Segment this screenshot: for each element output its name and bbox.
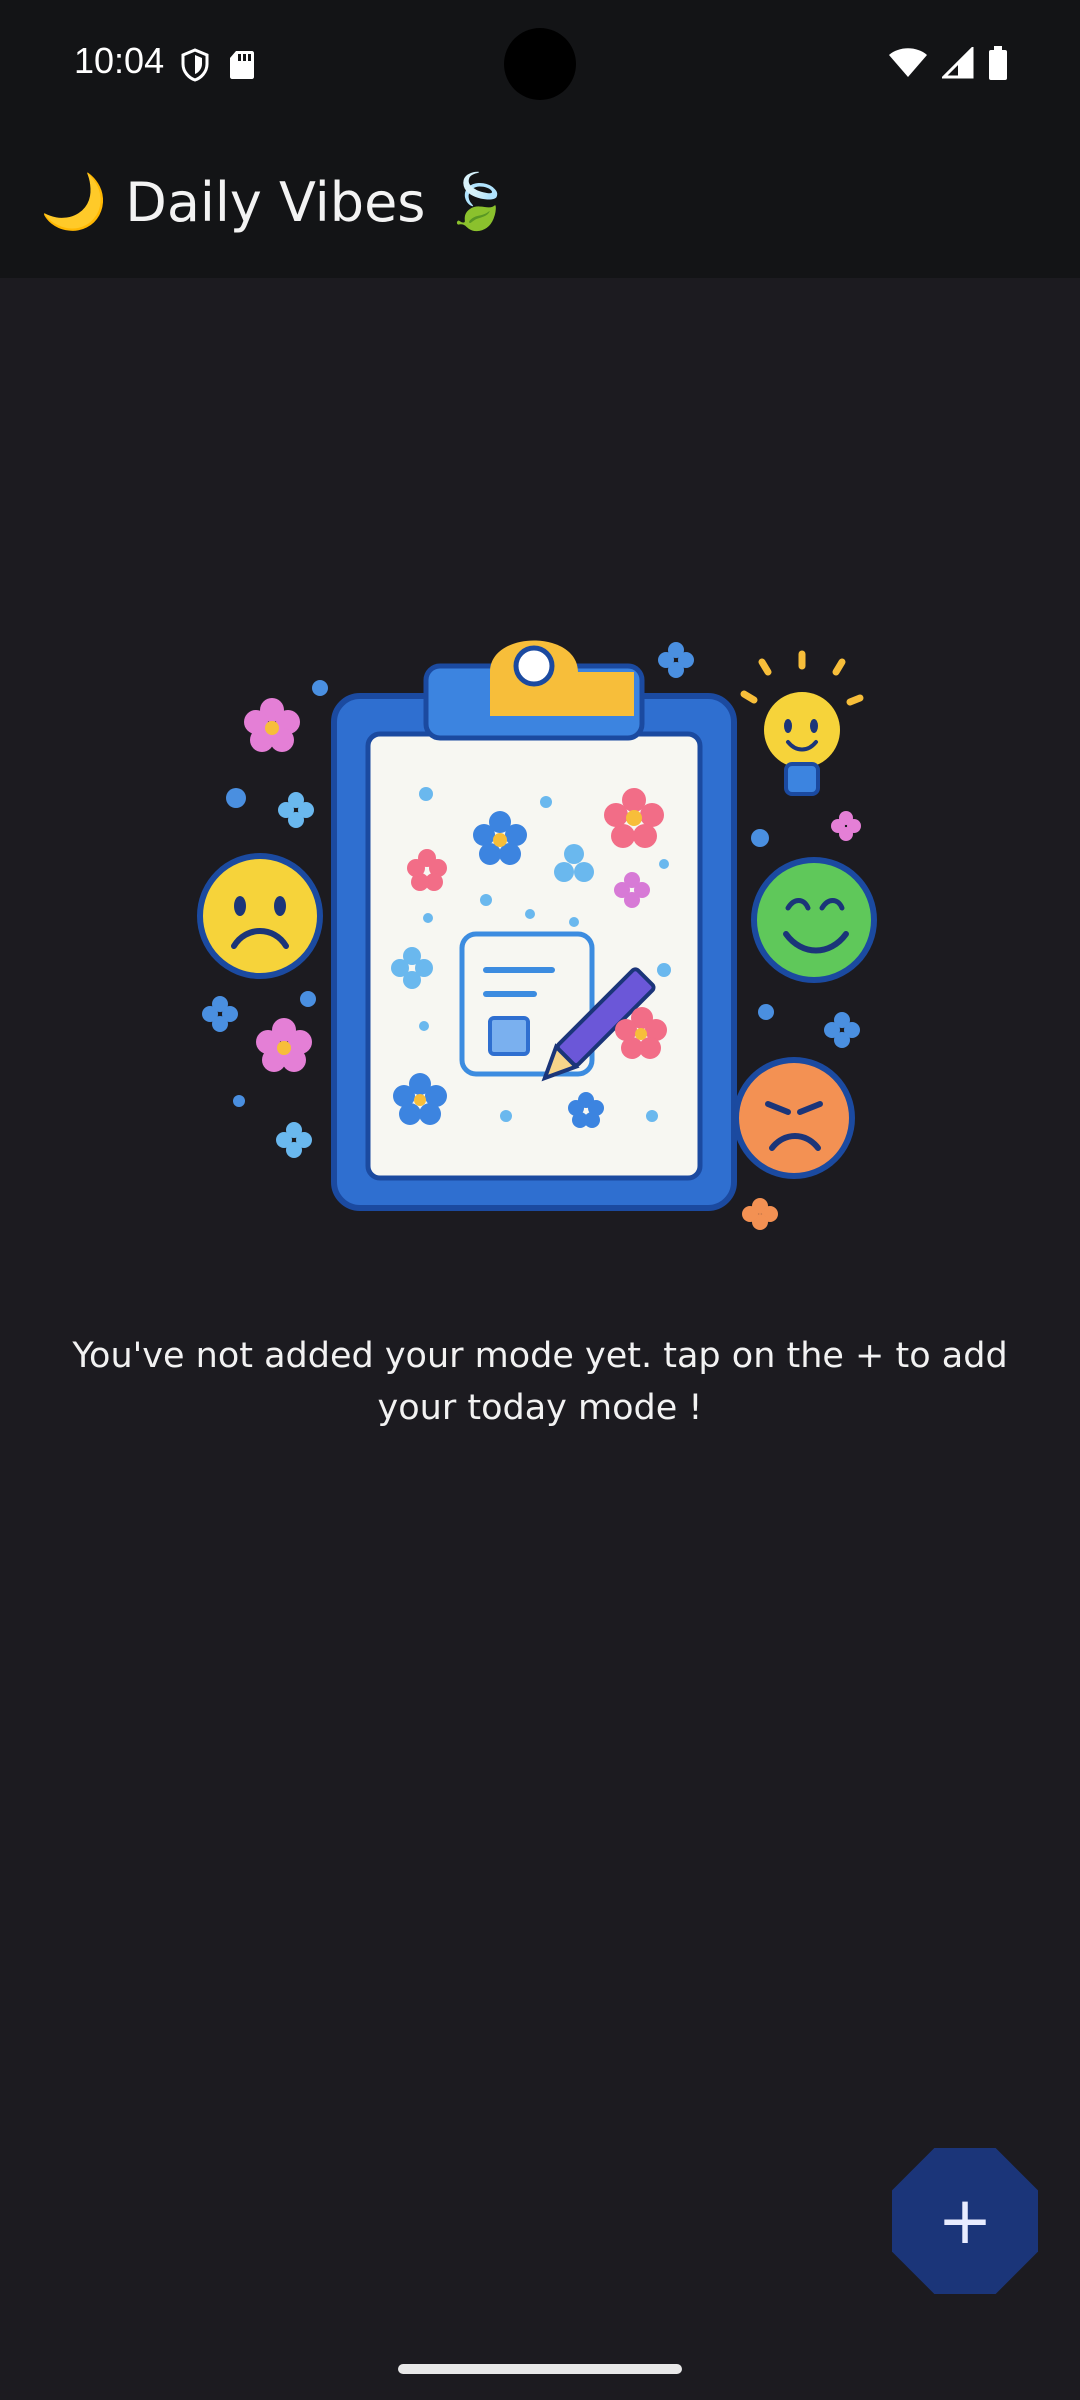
status-icons-right	[888, 46, 1008, 80]
shield-icon	[181, 48, 209, 82]
battery-icon	[989, 46, 1007, 80]
empty-state-illustration	[197, 640, 877, 1230]
signal-icon	[942, 47, 974, 79]
wifi-icon	[889, 48, 927, 77]
status-time: 10:04	[74, 40, 165, 81]
app-title: 🌙 Daily Vibes 🍃	[40, 170, 511, 234]
empty-state-message: You've not added your mode yet. tap on t…	[72, 1336, 1008, 1428]
sd-card-icon	[230, 51, 254, 79]
status-icons-left	[180, 48, 256, 82]
camera-cutout	[504, 28, 576, 100]
app-title-text: Daily Vibes	[125, 170, 426, 234]
home-indicator[interactable]	[398, 2364, 682, 2374]
add-mood-button[interactable]: +	[892, 2148, 1038, 2294]
plus-icon: +	[937, 2182, 993, 2259]
moon-icon: 🌙	[40, 170, 108, 233]
status-bar: 10:04	[0, 0, 1080, 130]
app-bar: 🌙 Daily Vibes 🍃	[0, 130, 1080, 278]
leaf-icon: 🍃	[443, 170, 511, 233]
